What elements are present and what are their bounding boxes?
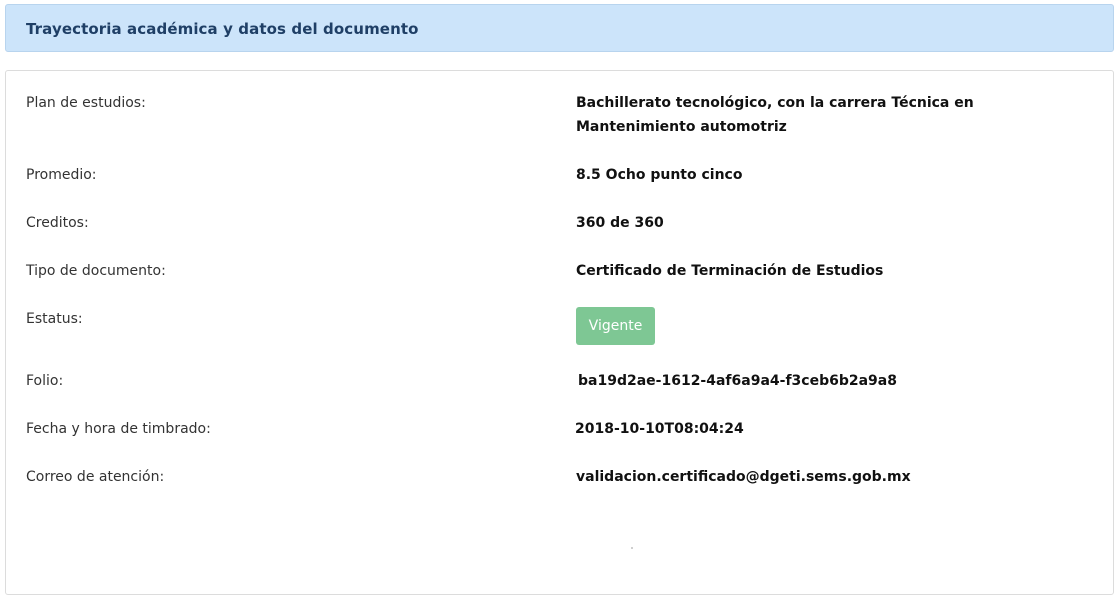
- plan-label: Plan de estudios:: [26, 95, 146, 111]
- creditos-value: 360 de 360: [576, 215, 664, 231]
- fecha-timbrado-value: 2018-10-10T08:04:24: [575, 421, 744, 437]
- document-details-panel: Plan de estudios: Bachillerato tecnológi…: [5, 70, 1114, 595]
- creditos-label: Creditos:: [26, 215, 89, 231]
- decorative-dot: [631, 547, 633, 549]
- section-title: Trayectoria académica y datos del docume…: [26, 20, 419, 38]
- correo-atencion-label: Correo de atención:: [26, 469, 165, 485]
- plan-value: Bachillerato tecnológico, con la carrera…: [576, 95, 974, 135]
- correo-atencion-value: validacion.certificado@dgeti.sems.gob.mx: [576, 469, 911, 485]
- folio-value: ba19d2ae-1612-4af6a9a4-f3ceb6b2a9a8: [578, 373, 897, 389]
- promedio-value: 8.5 Ocho punto cinco: [576, 167, 743, 183]
- section-header: Trayectoria académica y datos del docume…: [5, 4, 1114, 52]
- folio-label: Folio:: [26, 373, 64, 389]
- fecha-timbrado-label: Fecha y hora de timbrado:: [26, 421, 211, 437]
- tipo-documento-value: Certificado de Terminación de Estudios: [576, 263, 884, 279]
- estatus-label: Estatus:: [26, 311, 83, 327]
- promedio-label: Promedio:: [26, 167, 97, 183]
- status-badge-vigente[interactable]: Vigente: [576, 307, 655, 345]
- tipo-documento-label: Tipo de documento:: [26, 263, 166, 279]
